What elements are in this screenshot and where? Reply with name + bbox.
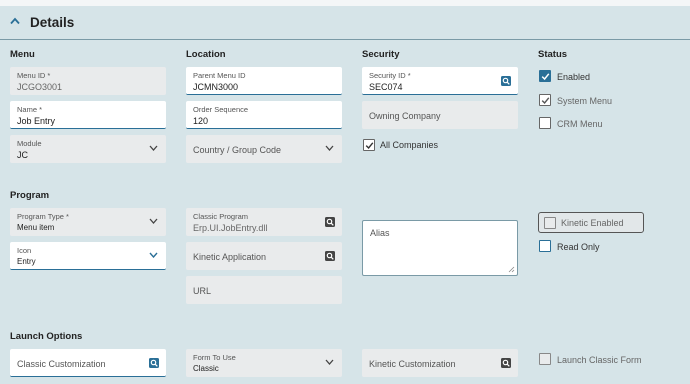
all-companies-checkbox[interactable] <box>363 139 375 151</box>
section-launch-options: Launch Options <box>10 331 83 342</box>
kinetic-application-placeholder: Kinetic Application <box>193 252 267 262</box>
name-field[interactable]: Name * Job Entry <box>10 101 166 129</box>
program-type-select[interactable]: Program Type * Menu item <box>10 208 166 236</box>
system-menu-checkbox[interactable] <box>539 94 551 106</box>
alias-placeholder: Alias <box>370 228 390 238</box>
system-menu-label: System Menu <box>557 96 613 106</box>
country-group-code-select[interactable]: Country / Group Code <box>186 135 342 163</box>
icon-value: Entry <box>17 257 36 266</box>
section-security: Security <box>362 49 400 60</box>
kinetic-enabled-label: Kinetic Enabled <box>561 218 624 228</box>
order-sequence-value[interactable]: 120 <box>193 116 208 126</box>
form-to-use-select[interactable]: Form To Use Classic <box>186 349 342 377</box>
form-to-use-label: Form To Use <box>193 353 236 362</box>
order-sequence-field[interactable]: Order Sequence 120 <box>186 101 342 129</box>
checkmark-icon <box>541 97 550 105</box>
module-label: Module <box>17 139 42 148</box>
owning-company-field[interactable]: Owning Company <box>362 101 518 129</box>
read-only-label: Read Only <box>557 242 600 252</box>
kinetic-customization-field[interactable]: Kinetic Customization <box>362 349 518 377</box>
resize-handle-icon[interactable] <box>508 266 515 273</box>
parent-menu-id-value[interactable]: JCMN3000 <box>193 82 238 92</box>
classic-program-field[interactable]: Classic Program Erp.UI.JobEntry.dll <box>186 208 342 236</box>
module-value: JC <box>17 150 28 160</box>
search-icon[interactable] <box>325 217 335 227</box>
checkmark-icon <box>365 142 374 150</box>
kinetic-application-field[interactable]: Kinetic Application <box>186 242 342 270</box>
enabled-label: Enabled <box>557 72 591 82</box>
icon-label: Icon <box>17 246 32 255</box>
chevron-down-icon[interactable] <box>149 218 158 224</box>
search-icon[interactable] <box>149 358 159 368</box>
checkmark-icon <box>541 73 550 81</box>
launch-classic-form-label: Launch Classic Form <box>557 355 642 365</box>
kinetic-enabled-toggle[interactable]: Kinetic Enabled <box>538 212 644 233</box>
crm-menu-checkbox[interactable] <box>539 117 551 129</box>
kinetic-customization-placeholder: Kinetic Customization <box>369 359 456 369</box>
all-companies-label: All Companies <box>380 140 439 150</box>
menu-id-field: Menu ID * JCGO3001 <box>10 67 166 95</box>
security-id-value[interactable]: SEC074 <box>369 82 403 92</box>
classic-customization-placeholder: Classic Customization <box>17 359 106 369</box>
enabled-checkbox[interactable] <box>539 70 551 82</box>
name-label: Name * <box>17 105 43 114</box>
name-value[interactable]: Job Entry <box>17 116 55 126</box>
crm-menu-label: CRM Menu <box>557 119 603 129</box>
chevron-down-icon[interactable] <box>325 145 334 151</box>
details-header[interactable]: Details <box>0 6 690 40</box>
search-icon[interactable] <box>501 358 511 368</box>
menu-id-label: Menu ID * <box>17 71 51 80</box>
chevron-down-icon[interactable] <box>149 145 158 151</box>
menu-id-value: JCGO3001 <box>17 82 63 92</box>
url-placeholder: URL <box>193 286 212 296</box>
chevron-down-icon[interactable] <box>325 359 334 365</box>
classic-program-value: Erp.UI.JobEntry.dll <box>193 223 268 233</box>
section-status: Status <box>538 49 568 60</box>
security-id-label: Security ID * <box>369 71 411 80</box>
program-type-label: Program Type * <box>17 212 69 221</box>
order-sequence-label: Order Sequence <box>193 105 249 114</box>
parent-menu-id-label: Parent Menu ID <box>193 71 246 80</box>
section-program: Program <box>10 190 50 201</box>
chevron-up-icon[interactable] <box>10 17 20 25</box>
classic-program-label: Classic Program <box>193 212 249 221</box>
form-to-use-value: Classic <box>193 364 219 373</box>
country-group-code-placeholder: Country / Group Code <box>193 145 282 155</box>
search-icon[interactable] <box>325 251 335 261</box>
parent-menu-id-field[interactable]: Parent Menu ID JCMN3000 <box>186 67 342 95</box>
read-only-checkbox[interactable] <box>539 240 551 252</box>
details-title: Details <box>30 15 75 30</box>
program-type-value: Menu item <box>17 223 55 232</box>
chevron-down-icon[interactable] <box>149 252 158 258</box>
module-select[interactable]: Module JC <box>10 135 166 163</box>
search-icon[interactable] <box>501 76 511 86</box>
alias-textarea[interactable]: Alias <box>362 220 518 276</box>
url-field[interactable]: URL <box>186 276 342 304</box>
section-location: Location <box>186 49 226 60</box>
classic-customization-field[interactable]: Classic Customization <box>10 349 166 377</box>
icon-select[interactable]: Icon Entry <box>10 242 166 270</box>
kinetic-enabled-checkbox[interactable] <box>544 217 556 229</box>
owning-company-placeholder: Owning Company <box>369 111 441 121</box>
section-menu: Menu <box>10 49 35 60</box>
launch-classic-form-checkbox[interactable] <box>539 353 551 365</box>
security-id-field[interactable]: Security ID * SEC074 <box>362 67 518 95</box>
